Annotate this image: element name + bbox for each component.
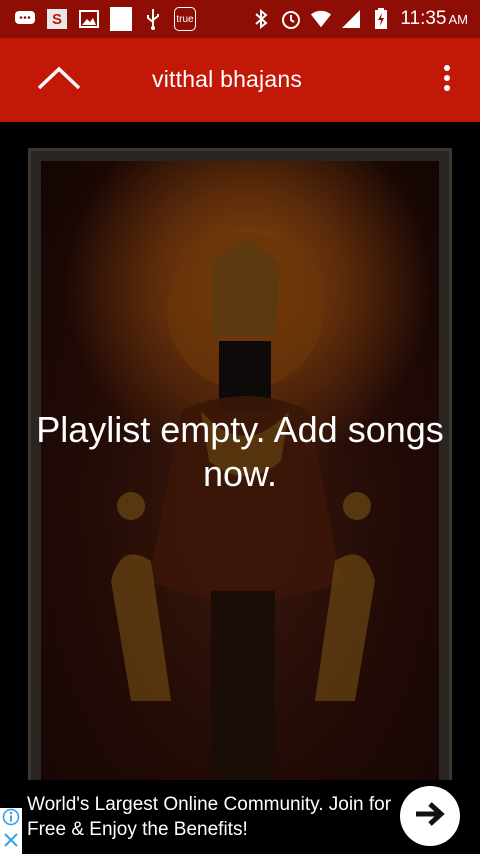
status-bar: S true 11:35 AM (0, 0, 480, 38)
empty-playlist-message[interactable]: Playlist empty. Add songs now. (0, 408, 480, 496)
system-icons: 11:35 AM (250, 8, 480, 30)
alarm-icon (280, 8, 302, 30)
close-icon (3, 832, 19, 853)
ad-text[interactable]: World's Largest Online Community. Join f… (27, 792, 407, 842)
battery-icon (370, 8, 392, 30)
true-app-icon: true (174, 7, 196, 31)
collapse-button[interactable] (30, 56, 88, 104)
wifi-icon (310, 8, 332, 30)
ad-go-button[interactable] (400, 786, 460, 846)
signal-icon (340, 8, 362, 30)
bluetooth-icon (250, 8, 272, 30)
overflow-menu-icon (443, 64, 451, 97)
overflow-menu-button[interactable] (432, 60, 462, 100)
blank-notification-icon (110, 7, 132, 31)
s-app-icon: S (46, 8, 68, 30)
usb-icon (142, 8, 164, 30)
info-icon (2, 808, 20, 831)
ad-info-button[interactable] (0, 808, 22, 830)
clock: 11:35 AM (400, 8, 468, 29)
message-icon (14, 8, 36, 30)
arrow-right-icon (414, 800, 446, 833)
notification-icons: S true (0, 7, 196, 31)
app-bar: vitthal bhajans (0, 38, 480, 122)
gallery-icon (78, 8, 100, 30)
chevron-up-icon (35, 64, 83, 97)
playlist-area: Playlist empty. Add songs now. (0, 122, 480, 788)
page-title: vitthal bhajans (152, 66, 303, 92)
ad-close-button[interactable] (0, 830, 22, 854)
